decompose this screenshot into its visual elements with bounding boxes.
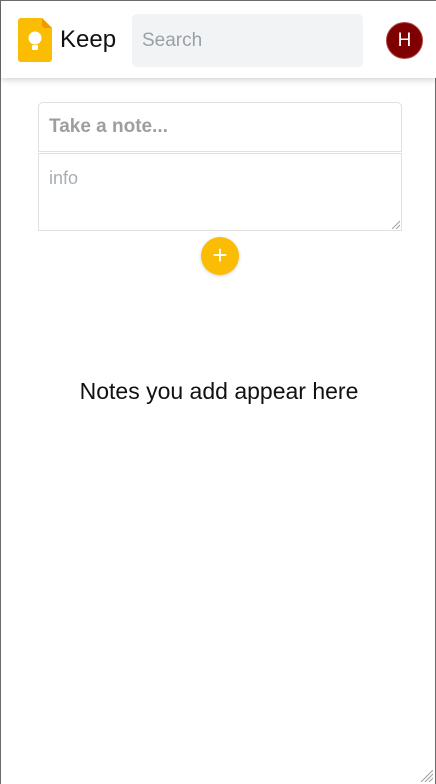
- window-resize-handle-icon[interactable]: [421, 770, 433, 782]
- app-header: Keep H: [1, 0, 436, 78]
- empty-notes-message: Notes you add appear here: [79, 378, 359, 404]
- user-avatar[interactable]: H: [386, 22, 423, 59]
- note-body-textarea[interactable]: [38, 153, 402, 231]
- search-input[interactable]: [132, 14, 363, 67]
- note-title-input[interactable]: [38, 102, 402, 152]
- textarea-resize-handle-icon[interactable]: [391, 220, 400, 229]
- add-note-button[interactable]: +: [201, 237, 239, 275]
- keep-logo-icon: [18, 18, 52, 62]
- app-title: Keep: [60, 26, 117, 53]
